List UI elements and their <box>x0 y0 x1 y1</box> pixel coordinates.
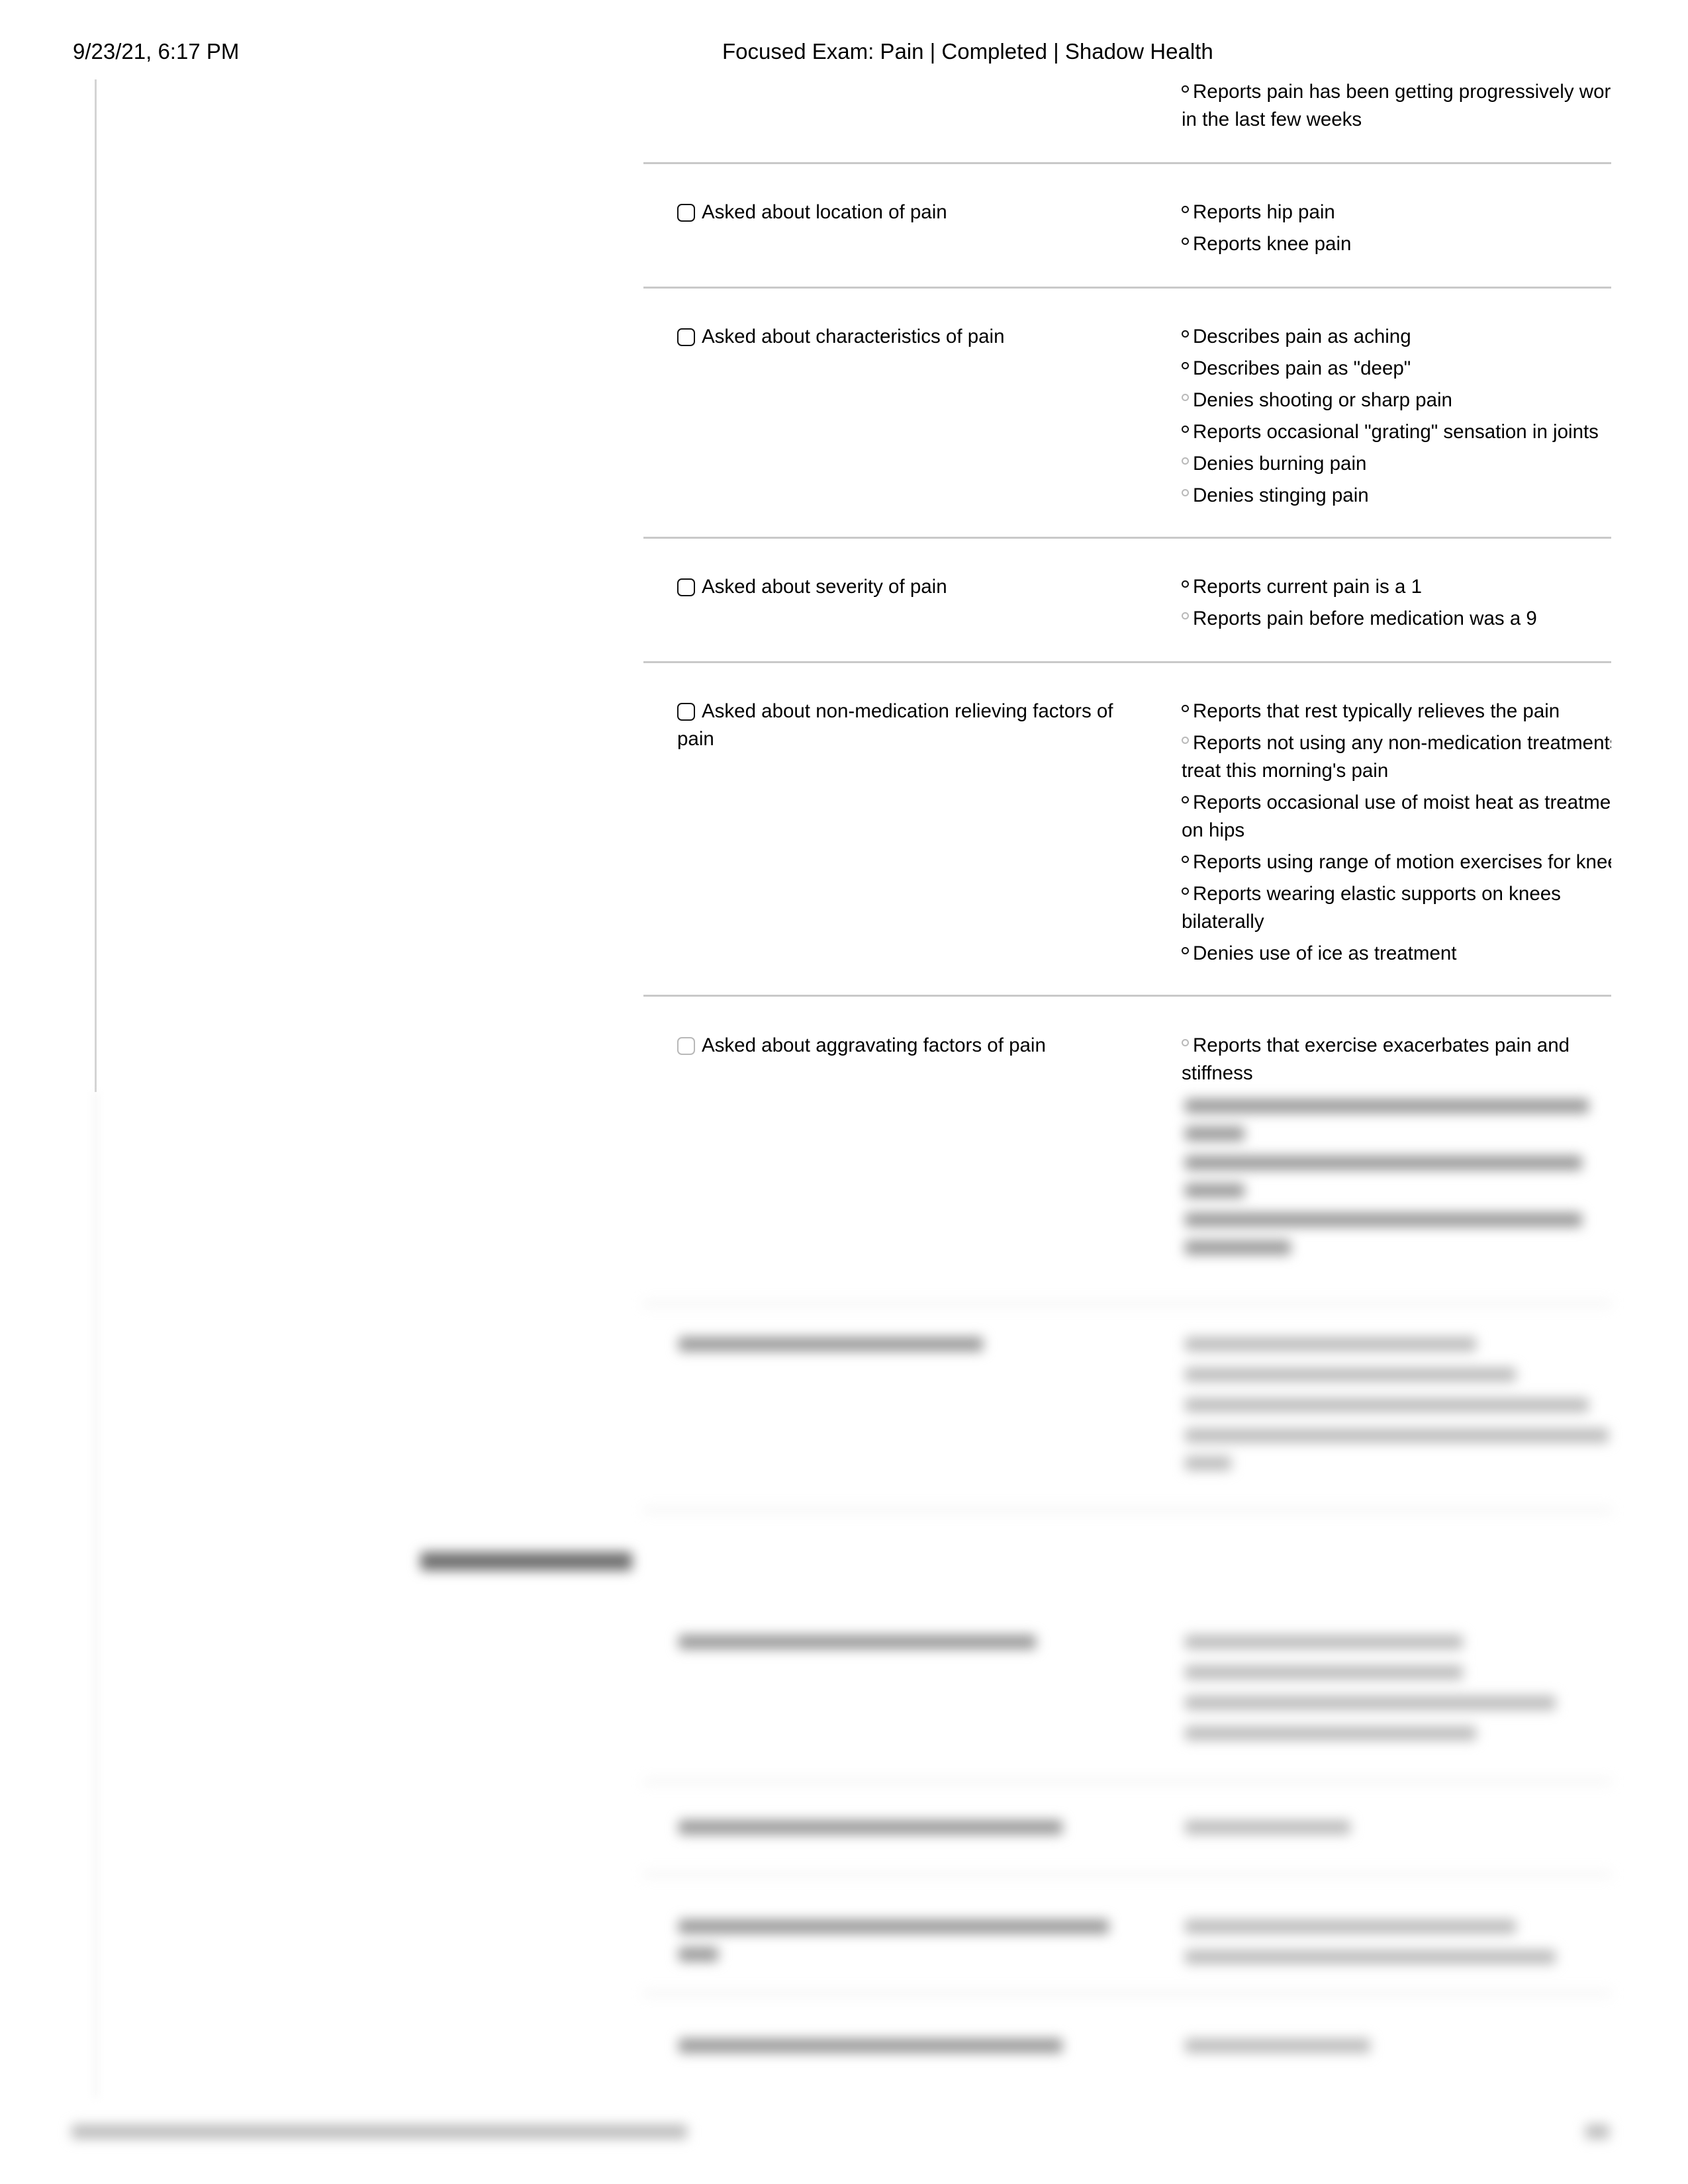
checkbox[interactable] <box>677 328 695 346</box>
blurred-page-number <box>1585 2124 1609 2139</box>
finding-item: Reports wearing elastic supports on knee… <box>1182 883 1561 933</box>
finding-item: Reports pain before medication was a 9 <box>1182 605 1611 633</box>
finding-item: Reports current pain is a 1 <box>1182 573 1611 601</box>
left-border-line <box>95 79 97 1092</box>
question-label: Asked about non-medication relieving fac… <box>677 700 1113 750</box>
checkbox[interactable] <box>677 703 695 721</box>
bullet-circle-icon <box>1182 580 1189 588</box>
bullet-circle-icon <box>1182 705 1189 712</box>
blurred-text-line <box>1185 1099 1589 1113</box>
question-label: Asked about characteristics of pain <box>702 326 1005 347</box>
blurred-text-line <box>1185 1126 1244 1141</box>
exam-findings-table: Reports pain has been getting progressiv… <box>643 0 1611 1092</box>
continued-findings: Reports pain has been getting progressiv… <box>1182 78 1611 138</box>
row-divider <box>643 1509 1611 1512</box>
bullet-circle-icon <box>1182 330 1189 338</box>
blurred-text-line <box>1185 2038 1370 2053</box>
blurred-text-line <box>1185 1156 1582 1170</box>
finding-item: Reports hip pain <box>1182 199 1611 226</box>
blurred-text-line <box>679 1919 1109 1934</box>
bullet-circle-icon <box>1182 489 1189 496</box>
blurred-text-line <box>1185 1665 1463 1680</box>
bullet-circle-icon <box>1182 85 1189 93</box>
bullet-circle-icon <box>1182 457 1189 465</box>
blurred-text-line <box>1185 1456 1231 1471</box>
row-divider <box>643 287 1611 289</box>
bullet-circle-icon <box>1182 362 1189 369</box>
finding-item: Reports pain has been getting progressiv… <box>1182 81 1611 130</box>
question-cell: Asked about aggravating factors of pain <box>677 1032 1134 1060</box>
finding-item: Reports knee pain <box>1182 230 1611 258</box>
checkbox[interactable] <box>677 204 695 222</box>
blurred-text-line <box>1185 1240 1291 1255</box>
row-divider <box>643 995 1611 997</box>
blurred-section-heading <box>420 1552 632 1570</box>
bullet-circle-icon <box>1182 238 1189 245</box>
findings-list: Reports current pain is a 1 Reports pain… <box>1182 573 1611 637</box>
blurred-text-line <box>1185 1919 1516 1934</box>
question-label: Asked about aggravating factors of pain <box>702 1034 1046 1056</box>
findings-list: Reports hip pain Reports knee pain <box>1182 199 1611 262</box>
findings-list: Describes pain as aching Describes pain … <box>1182 323 1611 514</box>
blurred-text-line <box>679 1820 1062 1835</box>
checkbox[interactable] <box>677 1037 695 1055</box>
finding-item: Reports occasional "grating" sensation i… <box>1182 418 1611 446</box>
blurred-text-line <box>1185 1950 1556 1964</box>
row-divider <box>643 1992 1611 1995</box>
row-divider <box>643 162 1611 164</box>
question-cell: Asked about severity of pain <box>677 573 1134 601</box>
finding-item: Reports that exercise exacerbates pain a… <box>1182 1034 1570 1084</box>
question-cell: Asked about non-medication relieving fac… <box>677 698 1134 753</box>
print-datetime: 9/23/21, 6:17 PM <box>73 39 240 64</box>
finding-item: Describes pain as "deep" <box>1182 355 1611 383</box>
row-divider <box>643 1780 1611 1783</box>
finding-item: Denies burning pain <box>1182 450 1611 478</box>
blurred-text-line <box>1185 1428 1609 1443</box>
bullet-circle-icon <box>1182 887 1189 895</box>
finding-item: Reports not using any non-medication tre… <box>1182 732 1611 782</box>
blurred-text-line <box>1185 1696 1556 1710</box>
finding-item: Denies shooting or sharp pain <box>1182 387 1611 414</box>
question-cell: Asked about location of pain <box>677 199 1134 226</box>
blurred-text-line <box>1185 1398 1589 1412</box>
bullet-circle-icon <box>1182 856 1189 863</box>
finding-item: Reports that rest typically relieves the… <box>1182 698 1611 725</box>
row-divider <box>643 1302 1611 1305</box>
blurred-text-line <box>1185 1820 1350 1835</box>
blurred-text-line <box>1185 1726 1476 1741</box>
finding-item: Describes pain as aching <box>1182 323 1611 351</box>
blurred-content-region <box>0 1085 1688 2184</box>
blurred-text-line <box>679 1337 983 1351</box>
bullet-circle-icon <box>1182 947 1189 954</box>
bullet-circle-icon <box>1182 394 1189 401</box>
row-divider <box>643 1873 1611 1876</box>
row-divider <box>643 537 1611 539</box>
blurred-text-line <box>1185 1337 1476 1351</box>
bullet-circle-icon <box>1182 1039 1189 1046</box>
blurred-text-line <box>1185 1183 1244 1198</box>
blurred-text-line <box>679 1635 1036 1649</box>
question-label: Asked about severity of pain <box>702 576 947 598</box>
bullet-circle-icon <box>1182 612 1189 619</box>
checkbox[interactable] <box>677 578 695 596</box>
finding-item: Reports occasional use of moist heat as … <box>1182 792 1611 841</box>
findings-list: Reports that rest typically relieves the… <box>1182 698 1611 972</box>
question-label: Asked about location of pain <box>702 201 947 223</box>
bullet-circle-icon <box>1182 426 1189 433</box>
blurred-text-line <box>679 1947 718 1962</box>
blurred-text-line <box>1185 1635 1463 1649</box>
bullet-circle-icon <box>1182 737 1189 744</box>
finding-item: Reports using range of motion exercises … <box>1182 848 1611 876</box>
question-cell: Asked about characteristics of pain <box>677 323 1134 351</box>
blurred-text-line <box>679 2038 1062 2053</box>
bullet-circle-icon <box>1182 796 1189 803</box>
blurred-text-line <box>1185 1367 1516 1382</box>
row-divider <box>643 661 1611 663</box>
blurred-footer-url <box>71 2124 687 2139</box>
findings-list: Reports that exercise exacerbates pain a… <box>1182 1032 1592 1091</box>
bullet-circle-icon <box>1182 206 1189 213</box>
blurred-text-line <box>1185 1212 1582 1227</box>
finding-item: Denies stinging pain <box>1182 482 1611 510</box>
finding-item: Denies use of ice as treatment <box>1182 940 1611 968</box>
